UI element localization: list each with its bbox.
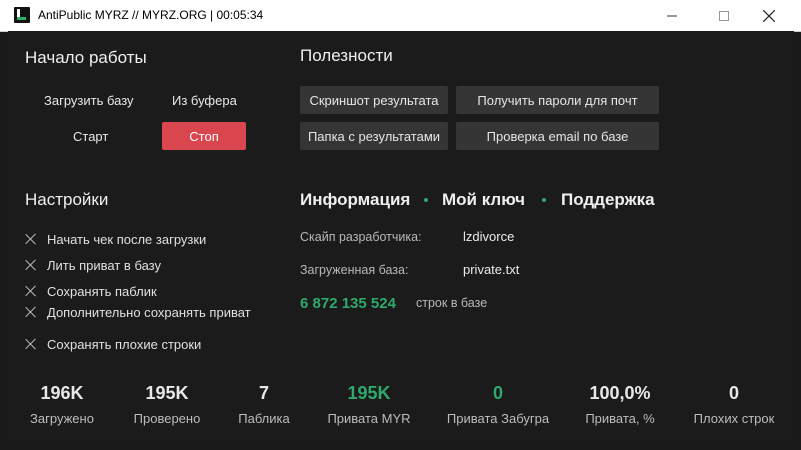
loaded-base-label: Загруженная база: — [300, 263, 409, 277]
stat-label: Привата Забугра — [446, 411, 550, 426]
stat-label: Плохих строк — [693, 411, 775, 426]
stat-label: Привата MYR — [327, 411, 411, 426]
stat-label: Проверено — [133, 411, 201, 426]
unchecked-x-icon — [25, 233, 37, 245]
close-icon — [763, 9, 775, 22]
minimize-button[interactable] — [649, 0, 695, 31]
dev-skype-label: Скайп разработчика: — [300, 230, 422, 244]
loaded-base-value: private.txt — [463, 262, 520, 277]
tab-info[interactable]: Информация — [300, 190, 410, 210]
option-save-public[interactable]: Сохранять паблик — [25, 282, 157, 300]
option-label: Дополнительно сохранять приват — [47, 304, 251, 320]
stat-private-foreign: 0 Привата Забугра — [443, 383, 553, 426]
main-panel: Начало работы Загрузить базу Из буфера С… — [8, 31, 794, 443]
from-clipboard-button[interactable]: Из буфера — [172, 93, 237, 108]
stat-bad-lines: 0 Плохих строк — [679, 383, 789, 426]
stat-value: 195K — [347, 383, 391, 403]
close-button[interactable] — [746, 0, 792, 31]
stat-value: 7 — [258, 383, 269, 403]
screenshot-result-button[interactable]: Скриншот результата — [300, 86, 448, 114]
stat-value: 0 — [728, 383, 739, 403]
stat-value: 195K — [145, 383, 189, 403]
minimize-icon — [667, 15, 677, 16]
option-save-private-additionally[interactable]: Дополнительно сохранять приват — [25, 303, 251, 321]
tab-support[interactable]: Поддержка — [561, 190, 655, 210]
title-bar[interactable]: AntiPublic MYRZ // MYRZ.ORG | 00:05:34 — [0, 0, 801, 32]
stat-public: 7 Паблика — [209, 383, 319, 426]
option-save-bad-lines[interactable]: Сохранять плохие строки — [25, 335, 201, 353]
start-button[interactable]: Старт — [73, 129, 108, 144]
dev-skype-value: lzdivorce — [463, 229, 515, 244]
start-heading: Начало работы — [25, 48, 147, 67]
stat-label: Привата, % — [585, 411, 655, 426]
unchecked-x-icon — [25, 306, 37, 318]
option-label: Сохранять паблик — [47, 283, 157, 299]
stat-label: Загружено — [30, 411, 94, 426]
option-label: Сохранять плохие строки — [47, 336, 202, 352]
stat-checked: 195K Проверено — [112, 383, 222, 426]
window-title: AntiPublic MYRZ // MYRZ.ORG | 00:05:34 — [38, 8, 264, 22]
stat-value: 100,0% — [589, 383, 651, 403]
unchecked-x-icon — [25, 285, 37, 297]
results-folder-button[interactable]: Папка с результатами — [300, 122, 448, 150]
option-start-check-after-load[interactable]: Начать чек после загрузки — [25, 230, 206, 248]
maximize-button[interactable] — [701, 0, 747, 31]
utilities-heading: Полезности — [300, 46, 393, 65]
stat-private-myr: 195K Привата MYR — [314, 383, 424, 426]
lines-label: строк в базе — [416, 296, 488, 310]
unchecked-x-icon — [25, 338, 37, 350]
stat-label: Паблика — [238, 411, 290, 426]
stat-private-percent: 100,0% Привата, % — [565, 383, 675, 426]
stop-button[interactable]: Стоп — [162, 122, 246, 150]
load-base-button[interactable]: Загрузить базу — [44, 93, 134, 108]
stat-value: 196K — [40, 383, 84, 403]
get-email-passwords-button[interactable]: Получить пароли для почт — [456, 86, 659, 114]
unchecked-x-icon — [25, 259, 37, 271]
separator-dot — [542, 198, 546, 202]
option-push-private-to-base[interactable]: Лить приват в базу — [25, 256, 161, 274]
option-label: Начать чек после загрузки — [47, 231, 207, 247]
check-email-button[interactable]: Проверка email по базе — [456, 122, 659, 150]
stat-value: 0 — [492, 383, 503, 403]
maximize-icon — [719, 10, 729, 21]
tab-my-key[interactable]: Мой ключ — [442, 190, 525, 210]
app-logo-icon — [14, 7, 30, 23]
settings-heading: Настройки — [25, 190, 109, 209]
option-label: Лить приват в базу — [47, 257, 161, 273]
stat-loaded: 196K Загружено — [7, 383, 117, 426]
lines-count: 6 872 135 524 — [300, 295, 396, 312]
separator-dot — [424, 198, 428, 202]
